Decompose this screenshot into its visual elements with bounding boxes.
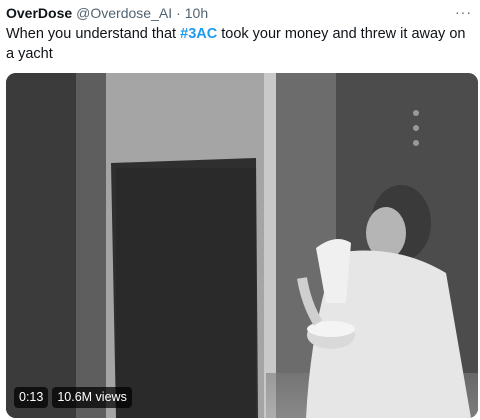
separator: · xyxy=(176,5,181,21)
video-player[interactable]: 0:13 10.6M views xyxy=(6,73,478,418)
user-handle[interactable]: @Overdose_AI xyxy=(76,5,172,21)
tweet-text-start: When you understand that xyxy=(6,26,181,42)
video-frame xyxy=(6,73,478,418)
timestamp[interactable]: 10h xyxy=(185,5,208,21)
tweet-text: When you understand that #3AC took your … xyxy=(6,24,474,64)
display-name[interactable]: OverDose xyxy=(6,5,72,21)
video-overlay: 0:13 10.6M views xyxy=(14,387,132,408)
view-count: 10.6M views xyxy=(52,387,132,408)
tweet-header: OverDose @Overdose_AI · 10h ··· xyxy=(6,4,472,22)
video-duration: 0:13 xyxy=(14,387,49,408)
more-options-icon[interactable]: ··· xyxy=(455,4,472,20)
hashtag-link[interactable]: #3AC xyxy=(180,26,217,42)
